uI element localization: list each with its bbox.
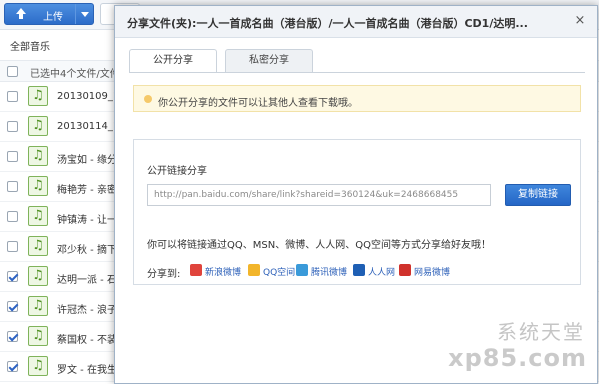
music-file-icon: ♫ <box>28 146 48 166</box>
music-file-icon: ♫ <box>28 266 48 286</box>
share-target-label: 新浪微博 <box>205 268 242 278</box>
share-target-label: QQ空间 <box>263 268 296 278</box>
share-target-icon <box>399 264 411 276</box>
watermark-line1: 系统天堂 <box>497 320 585 344</box>
row-checkbox[interactable] <box>7 271 18 282</box>
dialog-titlebar: 分享文件(夹):一人一首成名曲（港台版）/一人一首成名曲（港台版）CD1/达明.… <box>115 6 597 38</box>
row-checkbox[interactable] <box>7 331 18 342</box>
file-name[interactable]: 钟镇涛 - 让一 <box>57 211 117 226</box>
music-file-icon: ♫ <box>28 326 48 346</box>
share-target-icon <box>190 264 202 276</box>
music-file-icon: ♫ <box>28 296 48 316</box>
file-name[interactable]: 罗文 - 在我生 <box>57 361 117 376</box>
info-icon <box>144 95 152 103</box>
file-name[interactable]: 梅艳芳 - 亲密 <box>57 181 117 196</box>
share-target-icon <box>353 264 365 276</box>
select-all-checkbox[interactable] <box>7 66 18 77</box>
row-checkbox[interactable] <box>7 121 18 132</box>
music-file-icon: ♫ <box>28 116 48 136</box>
file-name[interactable]: 邓少秋 - 摘下 <box>57 241 117 256</box>
close-icon[interactable]: × <box>573 14 587 28</box>
notice-bar: 你公开分享的文件可以让其他人查看下载哦。 <box>133 85 581 112</box>
tab-private-share[interactable]: 私密分享 <box>225 49 313 72</box>
file-name[interactable]: 许冠杰 - 浪子 <box>57 301 117 316</box>
watermark-line2: xp85.com <box>448 344 587 372</box>
music-file-icon: ♫ <box>28 356 48 376</box>
copy-link-button[interactable]: 复制链接 <box>505 184 571 206</box>
row-checkbox[interactable] <box>7 181 18 192</box>
breadcrumb[interactable]: 全部音乐 <box>10 38 50 53</box>
upload-icon <box>16 8 26 19</box>
row-checkbox[interactable] <box>7 151 18 162</box>
share-hint-text: 你可以将链接通过QQ、MSN、微博、人人网、QQ空间等方式分享给好友哦！ <box>147 240 491 251</box>
tab-divider <box>129 72 585 73</box>
row-checkbox[interactable] <box>7 241 18 252</box>
upload-dropdown-icon[interactable] <box>75 4 93 24</box>
share-to-label: 分享到: <box>147 269 181 280</box>
share-target-icon <box>296 264 308 276</box>
share-target-icon <box>248 264 260 276</box>
share-target-label: 人人网 <box>368 268 396 278</box>
row-checkbox[interactable] <box>7 211 18 222</box>
upload-button[interactable]: 上传 <box>4 3 94 25</box>
public-link-panel: 公开链接分享 复制链接 你可以将链接通过QQ、MSN、微博、人人网、QQ空间等方… <box>133 139 581 285</box>
music-file-icon: ♫ <box>28 236 48 256</box>
file-name[interactable]: 汤宝如 - 缘分 <box>57 151 117 166</box>
file-name[interactable]: 蔡国权 - 不装 <box>57 331 117 346</box>
share-link-input[interactable] <box>147 184 491 206</box>
dialog-title: 分享文件(夹):一人一首成名曲（港台版）/一人一首成名曲（港台版）CD1/达明.… <box>127 17 528 30</box>
tab-public-share[interactable]: 公开分享 <box>129 49 217 73</box>
row-checkbox[interactable] <box>7 91 18 102</box>
share-target-label: 网易微博 <box>414 268 451 278</box>
music-file-icon: ♫ <box>28 206 48 226</box>
upload-label: 上传 <box>43 12 63 23</box>
file-name[interactable]: 达明一派 - 石 <box>57 271 117 286</box>
row-checkbox[interactable] <box>7 361 18 372</box>
selected-count-text: 已选中4个文件/文件 <box>30 69 120 80</box>
watermark-logo: 系统天堂 xp85.com <box>448 308 591 378</box>
music-file-icon: ♫ <box>28 86 48 106</box>
share-target-label: 腾讯微博 <box>311 268 348 278</box>
public-link-label: 公开链接分享 <box>147 166 207 177</box>
row-checkbox[interactable] <box>7 301 18 312</box>
notice-text: 你公开分享的文件可以让其他人查看下载哦。 <box>158 98 358 109</box>
music-file-icon: ♫ <box>28 176 48 196</box>
